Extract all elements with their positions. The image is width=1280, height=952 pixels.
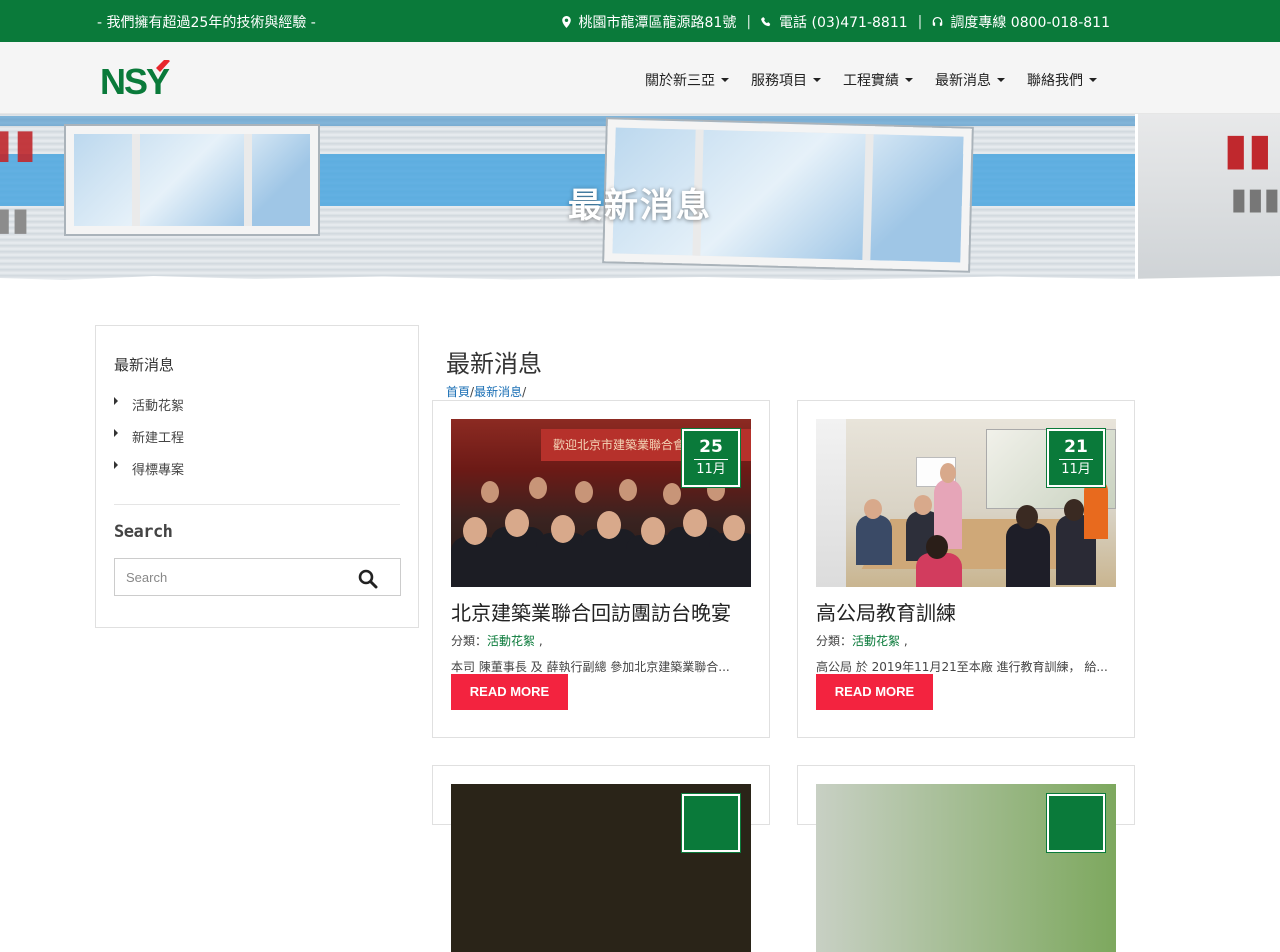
nav-projects[interactable]: 工程實績 [843, 70, 913, 90]
nsy-logo[interactable]: NSY [100, 60, 186, 100]
post-excerpt: 高公局 於 2019年11月21至本廠 進行教育訓練， 給... [816, 660, 1108, 674]
hotline-item[interactable]: 調度專線 0800-018-811 [932, 12, 1110, 32]
map-pin-icon [561, 16, 571, 28]
banner-sign-decoration: ▮▮ [1223, 124, 1272, 175]
category-prefix: 分類： [451, 634, 488, 648]
post-title[interactable]: 高公局教育訓練 [816, 597, 956, 626]
search-icon[interactable] [358, 569, 378, 589]
category-item[interactable]: 活動花絮 [114, 388, 184, 420]
sidebar-heading: 最新消息 [114, 356, 175, 374]
search-input[interactable] [115, 559, 345, 595]
nav-label: 聯絡我們 [1027, 73, 1083, 89]
banner-sign-decoration: ▮▮ [0, 120, 39, 167]
category-suffix: , [535, 634, 543, 648]
breadcrumb-sep: / [522, 385, 527, 399]
nav-label: 工程實績 [843, 73, 899, 89]
post-day: 25 [699, 437, 723, 457]
page-banner: ▮▮ ▮▮ ▮▮ ▮▮▮ 最新消息 [0, 114, 1280, 282]
address-text: 桃園市龍潭區龍源路81號 [578, 15, 737, 31]
nav-news[interactable]: 最新消息 [935, 70, 1005, 90]
nav-services[interactable]: 服務項目 [751, 70, 821, 90]
post-title[interactable]: 北京建築業聯合回訪團訪台晚宴 [451, 597, 731, 626]
caret-down-icon [721, 78, 729, 82]
post-month: 11月 [1061, 462, 1091, 477]
top-info-bar: - 我們擁有超過25年的技術與經驗 - 桃園市龍潭區龍源路81號 | 電話 (0… [0, 0, 1280, 42]
company-slogan: - 我們擁有超過25年的技術與經驗 - [97, 15, 316, 31]
caret-down-icon [997, 78, 1005, 82]
breadcrumb-home[interactable]: 首頁 [446, 385, 470, 399]
post-card [432, 765, 770, 952]
post-card: 歡迎北京市建築業聯合會回 25 11月 北京建築業聯合回訪團訪台晚宴 分類：活動… [432, 400, 770, 738]
category-suffix: , [900, 634, 908, 648]
phone-text: 電話 (03)471-8811 [779, 15, 908, 31]
category-label: 活動花絮 [132, 398, 185, 414]
post-excerpt: 本司 陳董事長 及 薛執行副總 參加北京建築業聯合... [451, 660, 730, 674]
post-date-badge: 21 11月 [1047, 429, 1105, 487]
phone-item[interactable]: 電話 (03)471-8811 [761, 12, 908, 32]
main-nav: 關於新三亞 服務項目 工程實績 最新消息 聯絡我們 [645, 70, 1097, 90]
post-category: 分類：活動花絮 , [816, 632, 908, 649]
separator: | [917, 14, 923, 30]
search-box [114, 558, 401, 596]
nav-label: 服務項目 [751, 73, 807, 89]
category-list: 活動花絮 新建工程 得標專案 [114, 388, 184, 484]
post-date-badge [1047, 794, 1105, 852]
category-item[interactable]: 新建工程 [114, 420, 184, 452]
nav-label: 關於新三亞 [645, 73, 715, 89]
category-link[interactable]: 活動花絮 [852, 634, 900, 648]
category-prefix: 分類： [816, 634, 853, 648]
read-more-button[interactable]: READ MORE [816, 674, 933, 710]
divider [114, 504, 400, 505]
post-card: 21 11月 高公局教育訓練 分類：活動花絮 , 高公局 於 2019年11月2… [797, 400, 1135, 738]
hotline-text: 調度專線 0800-018-811 [950, 15, 1110, 31]
post-date-badge: 25 11月 [682, 429, 740, 487]
sidebar: 最新消息 活動花絮 新建工程 得標專案 Search [95, 325, 419, 628]
post-card [797, 765, 1135, 952]
separator: | [746, 14, 752, 30]
banner-edge [0, 276, 1280, 282]
nav-about[interactable]: 關於新三亞 [645, 70, 729, 90]
caret-down-icon [905, 78, 913, 82]
nav-contact[interactable]: 聯絡我們 [1027, 70, 1097, 90]
banner-title: 最新消息 [568, 186, 712, 226]
phone-icon [761, 16, 771, 27]
breadcrumb-current[interactable]: 最新消息 [474, 385, 522, 399]
nav-label: 最新消息 [935, 73, 991, 89]
breadcrumb: 首頁/最新消息/ [446, 383, 526, 400]
site-header: NSY 關於新三亞 服務項目 工程實績 最新消息 聯絡我們 [0, 42, 1280, 114]
search-heading: Search [114, 522, 173, 542]
category-item[interactable]: 得標專案 [114, 452, 184, 484]
caret-right-icon [114, 429, 118, 437]
post-month: 11月 [696, 462, 726, 477]
address-item: 桃園市龍潭區龍源路81號 [561, 12, 737, 32]
caret-right-icon [114, 397, 118, 405]
category-label: 得標專案 [132, 462, 185, 478]
page-title: 最新消息 [446, 350, 542, 378]
caret-down-icon [1089, 78, 1097, 82]
headset-icon [933, 16, 943, 26]
post-day: 21 [1064, 437, 1088, 457]
contact-info: 桃園市龍潭區龍源路81號 | 電話 (03)471-8811 | 調度專線 08… [561, 12, 1110, 32]
caret-down-icon [813, 78, 821, 82]
post-date-badge [682, 794, 740, 852]
read-more-button[interactable]: READ MORE [451, 674, 568, 710]
caret-right-icon [114, 461, 118, 469]
photo-window [816, 419, 846, 587]
post-category: 分類：活動花絮 , [451, 632, 543, 649]
category-label: 新建工程 [132, 430, 185, 446]
category-link[interactable]: 活動花絮 [487, 634, 535, 648]
